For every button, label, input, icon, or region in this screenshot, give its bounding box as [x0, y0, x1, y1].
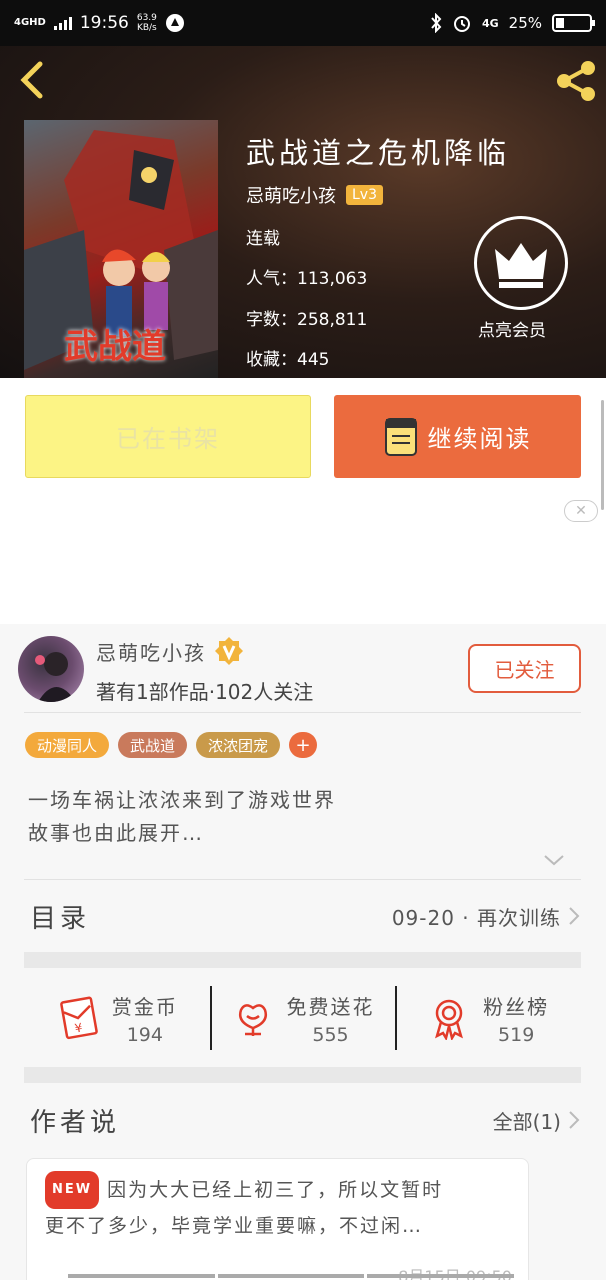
bluetooth-icon	[431, 13, 442, 33]
stat-label: 粉丝榜	[483, 994, 550, 1019]
word-count-row: 字数：258,811	[246, 305, 367, 330]
toc-row[interactable]: 目录 09-20 · 再次训练	[24, 880, 581, 952]
vip-button[interactable]	[474, 216, 568, 310]
tag-item[interactable]: 浓浓团宠	[196, 732, 281, 758]
in-shelf-button[interactable]: 已在书架	[25, 395, 311, 478]
author-says-title: 作者说	[30, 1107, 121, 1138]
note-text: NEW 因为大大已经上初三了，所以文暂时 更不了多少，毕竟学业重要嘛，不过闲…	[45, 1171, 510, 1243]
vip-label[interactable]: 点亮会员	[478, 316, 546, 341]
author-note-card[interactable]: NEW因为大大已经上初三了，所以文暂时 更不了多少，毕竟学业重要嘛，不过闲… 8…	[26, 1158, 529, 1280]
author-name-row: 忌萌吃小孩	[96, 636, 244, 666]
stat-value: 194	[126, 1023, 163, 1046]
crown-icon	[495, 243, 547, 288]
net-type-4g: 4G	[481, 16, 499, 30]
cover-title: 武战道	[64, 327, 166, 367]
popularity-label: 人气：	[246, 269, 297, 289]
latest-chapter: 09-20 · 再次训练	[391, 905, 561, 930]
alarm-icon	[453, 16, 470, 32]
description-line: 故事也由此展开…	[28, 821, 204, 845]
add-tag-button[interactable]: +	[289, 732, 318, 758]
in-shelf-label: 已在书架	[116, 425, 220, 453]
ad-area: ✕	[0, 494, 606, 624]
stat-value: 519	[498, 1023, 535, 1046]
verified-icon	[215, 637, 243, 665]
collect-row: 收藏：445	[246, 345, 329, 370]
popularity-value: 113,063	[297, 269, 368, 289]
free-flower-button[interactable]: 免费送花 555	[209, 970, 396, 1066]
follow-button[interactable]: 已关注	[468, 644, 581, 693]
scrollbar[interactable]	[601, 400, 604, 510]
signal-icon	[53, 16, 72, 30]
book-status: 连载	[246, 229, 280, 249]
battery-percent: 25%	[508, 14, 542, 32]
continue-reading-label: 继续阅读	[427, 425, 532, 453]
fan-ranking-button[interactable]: 粉丝榜 519	[395, 970, 581, 1066]
battery-icon	[552, 14, 595, 32]
tag-item[interactable]: 武战道	[118, 732, 188, 758]
reward-coins-button[interactable]: ¥ 赏金币 194	[24, 970, 210, 1066]
medal-icon	[435, 999, 464, 1040]
book-title: 武战道之危机降临	[246, 136, 511, 170]
follow-label: 已关注	[494, 658, 555, 682]
flower-icon	[238, 1004, 267, 1036]
network-speed: 63.9 KB/s	[137, 13, 157, 33]
author-name[interactable]: 忌萌吃小孩	[96, 637, 206, 666]
tag-item[interactable]: 动漫同人	[25, 732, 110, 758]
collect-value: 445	[297, 350, 330, 370]
header-author-name[interactable]: 忌萌吃小孩	[246, 182, 336, 208]
tag-list: 动漫同人 武战道 浓浓团宠 +	[25, 732, 318, 758]
battery-fill	[556, 18, 564, 28]
stats-row: ¥ 赏金币 194 免费送花 555 粉丝榜 519	[24, 970, 581, 1066]
back-icon[interactable]	[14, 60, 50, 100]
speed-unit: KB/s	[136, 23, 157, 33]
stat-value: 555	[312, 1023, 349, 1046]
collect-label: 收藏：	[246, 350, 297, 370]
app-notification-icon	[165, 14, 184, 32]
detail-section: 忌萌吃小孩 著有1部作品·102人关注 已关注 动漫同人 武战道 浓浓团宠 + …	[0, 624, 606, 1280]
avatar-image	[35, 652, 76, 702]
chevron-down-icon[interactable]	[542, 852, 566, 868]
stat-label: 免费送花	[286, 994, 375, 1019]
book-header: 武战道 武战道之危机降临 忌萌吃小孩 Lv3 连载 人气：113,063 字数：…	[0, 46, 606, 378]
view-all-link[interactable]: 全部(1)	[493, 1106, 561, 1135]
level-badge: Lv3	[346, 185, 383, 205]
avatar[interactable]	[18, 636, 84, 702]
bottom-indicator	[68, 1274, 515, 1278]
red-envelope-icon: ¥	[59, 996, 98, 1040]
continue-reading-button[interactable]: 继续阅读	[334, 395, 581, 478]
book-icon	[384, 417, 417, 456]
section-separator	[24, 1067, 581, 1083]
status-bar: 4GHD 19:56 63.9 KB/s 4G 25%	[0, 0, 606, 46]
network-type: 4GHD	[14, 17, 46, 28]
chevron-right-icon[interactable]	[567, 1109, 581, 1131]
divider	[24, 712, 581, 713]
share-icon[interactable]	[552, 58, 598, 104]
author-summary: 著有1部作品·102人关注	[96, 680, 314, 704]
status-time: 19:56	[79, 13, 129, 33]
word-count-value: 258,811	[297, 310, 368, 330]
popularity-row: 人气：113,063	[246, 264, 367, 289]
note-line: 更不了多少，毕竟学业重要嘛，不过闲…	[45, 1215, 424, 1237]
word-count-label: 字数：	[246, 310, 297, 330]
speed-value: 63.9	[136, 13, 157, 23]
toc-title: 目录	[30, 903, 91, 934]
action-area: 已在书架 继续阅读	[0, 378, 606, 494]
ad-close-button[interactable]: ✕	[564, 500, 598, 522]
new-badge: NEW	[45, 1171, 100, 1209]
note-line: 因为大大已经上初三了，所以文暂时	[107, 1179, 444, 1201]
header-author-row: 忌萌吃小孩 Lv3	[246, 182, 383, 208]
author-says-header: 作者说 全部(1)	[24, 1084, 581, 1156]
section-separator	[24, 952, 581, 968]
stat-label: 赏金币	[111, 994, 178, 1019]
book-cover[interactable]: 武战道	[24, 120, 218, 378]
description-line: 一场车祸让浓浓来到了游戏世界	[28, 788, 336, 812]
chevron-right-icon	[569, 907, 580, 925]
book-description: 一场车祸让浓浓来到了游戏世界 故事也由此展开…	[28, 784, 336, 850]
